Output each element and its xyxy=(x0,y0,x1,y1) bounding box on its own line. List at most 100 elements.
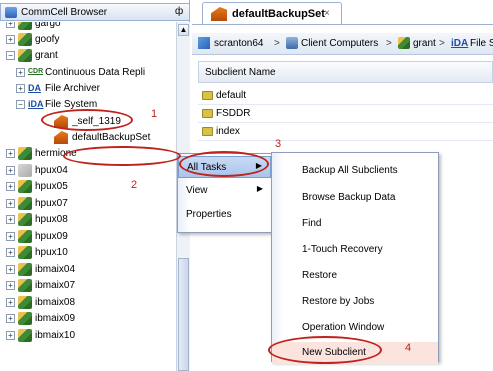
server-icon xyxy=(18,197,32,210)
menu-item-label: Backup All Subclients xyxy=(302,165,398,176)
breadcrumb-client-computers[interactable]: Client Computers xyxy=(301,38,378,49)
menu-item-operation-window[interactable]: Operation Window xyxy=(272,317,438,339)
table-row[interactable]: default xyxy=(198,87,493,105)
menu-item-label: Operation Window xyxy=(302,322,385,333)
server-icon xyxy=(18,213,32,226)
menu-item-label: Browse Backup Data xyxy=(302,192,396,203)
tree-node-label: hpux04 xyxy=(35,165,68,176)
tree-node-label: ibmaix07 xyxy=(35,280,76,291)
pin-icon[interactable]: ф xyxy=(175,6,183,17)
expand-icon[interactable]: + xyxy=(6,248,15,257)
callout-ring-default-backup-set xyxy=(63,146,181,166)
subclient-name: default xyxy=(216,90,247,101)
expand-icon[interactable]: + xyxy=(6,298,15,307)
expand-icon[interactable]: + xyxy=(6,199,15,208)
expand-icon[interactable]: + xyxy=(6,265,15,274)
menu-item-restore-by-jobs[interactable]: Restore by Jobs xyxy=(272,291,438,313)
commcell-browser-panel: CommCell Browser ф + gargo + goofy − gra… xyxy=(0,0,190,371)
expand-icon[interactable]: + xyxy=(6,149,15,158)
collapse-icon[interactable]: − xyxy=(6,51,15,60)
menu-item-browse-backup-data[interactable]: Browse Backup Data xyxy=(272,187,438,209)
expand-icon[interactable]: + xyxy=(6,232,15,241)
server-offline-icon xyxy=(18,164,32,177)
server-icon xyxy=(18,296,32,309)
breadcrumb-file-system[interactable]: File S xyxy=(470,38,493,49)
commcell-icon xyxy=(5,7,17,18)
breadcrumb-separator: > xyxy=(439,38,445,49)
expand-icon[interactable]: + xyxy=(6,331,15,340)
menu-item-properties[interactable]: Properties xyxy=(178,204,271,226)
subclient-icon xyxy=(202,91,213,100)
tree-node-label: gargo xyxy=(35,22,61,29)
tree-node-label: hpux08 xyxy=(35,214,68,225)
server-icon xyxy=(18,49,32,62)
expand-icon[interactable]: + xyxy=(6,166,15,175)
commserve-icon xyxy=(198,37,210,49)
tree-node-label: hpux07 xyxy=(35,198,68,209)
close-icon[interactable]: × xyxy=(324,8,330,19)
callout-number-3: 3 xyxy=(275,138,282,150)
scrollbar-thumb[interactable] xyxy=(178,258,189,371)
browser-title: CommCell Browser xyxy=(21,7,108,18)
tree-node-label: hpux05 xyxy=(35,181,68,192)
breadcrumb-grant[interactable]: grant xyxy=(413,38,436,49)
table-row[interactable]: index xyxy=(198,123,493,141)
menu-item-backup-all-subclients[interactable]: Backup All Subclients xyxy=(272,160,438,182)
backupset-icon xyxy=(211,7,227,21)
server-icon xyxy=(18,246,32,259)
cdr-agent-icon: CDR xyxy=(28,66,43,79)
expand-icon[interactable]: + xyxy=(16,84,25,93)
tab-divider xyxy=(192,24,493,25)
scroll-up-icon[interactable]: ▲ xyxy=(178,24,189,36)
table-row[interactable]: FSDDR xyxy=(198,105,493,123)
expand-icon[interactable]: + xyxy=(6,215,15,224)
expand-icon[interactable]: + xyxy=(16,68,25,77)
ida-icon: DA xyxy=(28,82,42,95)
ida-icon: iDA xyxy=(451,38,469,49)
column-header-subclient-name[interactable]: Subclient Name xyxy=(205,67,276,78)
backupset-icon xyxy=(54,131,68,144)
expand-icon[interactable]: + xyxy=(6,22,15,28)
collapse-icon[interactable]: − xyxy=(16,100,25,109)
tab-label: defaultBackupSet xyxy=(232,8,325,20)
tree-node-label: File Archiver xyxy=(45,83,101,94)
tree-node-label: hpux09 xyxy=(35,231,68,242)
server-icon xyxy=(18,180,32,193)
tab-default-backup-set[interactable]: defaultBackupSet × xyxy=(202,2,342,24)
server-icon xyxy=(398,37,410,49)
submenu-arrow-icon: ▶ xyxy=(256,184,263,193)
tree-node-label: ibmaix04 xyxy=(35,264,76,275)
expand-icon[interactable]: + xyxy=(6,182,15,191)
browser-title-bar: CommCell Browser ф xyxy=(0,3,190,21)
server-icon xyxy=(18,263,32,276)
server-icon xyxy=(18,33,32,46)
all-tasks-submenu: Backup All Subclients Browse Backup Data… xyxy=(271,152,439,364)
server-icon xyxy=(18,312,32,325)
callout-number-2: 2 xyxy=(131,179,138,191)
tree-node-label: defaultBackupSet xyxy=(72,132,151,143)
menu-item-label: Restore xyxy=(302,270,338,281)
subclient-icon xyxy=(202,127,213,136)
expand-icon[interactable]: + xyxy=(6,35,15,44)
menu-item-view[interactable]: View ▶ xyxy=(178,180,271,202)
callout-number-1: 1 xyxy=(151,108,158,120)
server-icon xyxy=(18,230,32,243)
breadcrumb-separator: > xyxy=(386,38,392,49)
tree-node-label: goofy xyxy=(35,34,60,45)
expand-icon[interactable]: + xyxy=(6,314,15,323)
menu-item-restore[interactable]: Restore xyxy=(272,265,438,287)
menu-item-find[interactable]: Find xyxy=(272,213,438,235)
breadcrumb-separator: > xyxy=(274,38,280,49)
server-icon xyxy=(18,329,32,342)
callout-ring-new-subclient xyxy=(268,336,382,364)
expand-icon[interactable]: + xyxy=(6,281,15,290)
tree-node-label: ibmaix10 xyxy=(35,330,76,341)
server-icon xyxy=(18,147,32,160)
breadcrumb-scranton64[interactable]: scranton64 xyxy=(214,38,263,49)
client-computers-icon xyxy=(286,37,298,49)
grid-header[interactable]: Subclient Name xyxy=(198,61,493,83)
menu-item-label: View xyxy=(186,185,208,196)
menu-item-label: Find xyxy=(302,218,322,229)
menu-item-1-touch-recovery[interactable]: 1-Touch Recovery xyxy=(272,239,438,261)
server-icon xyxy=(18,22,32,30)
